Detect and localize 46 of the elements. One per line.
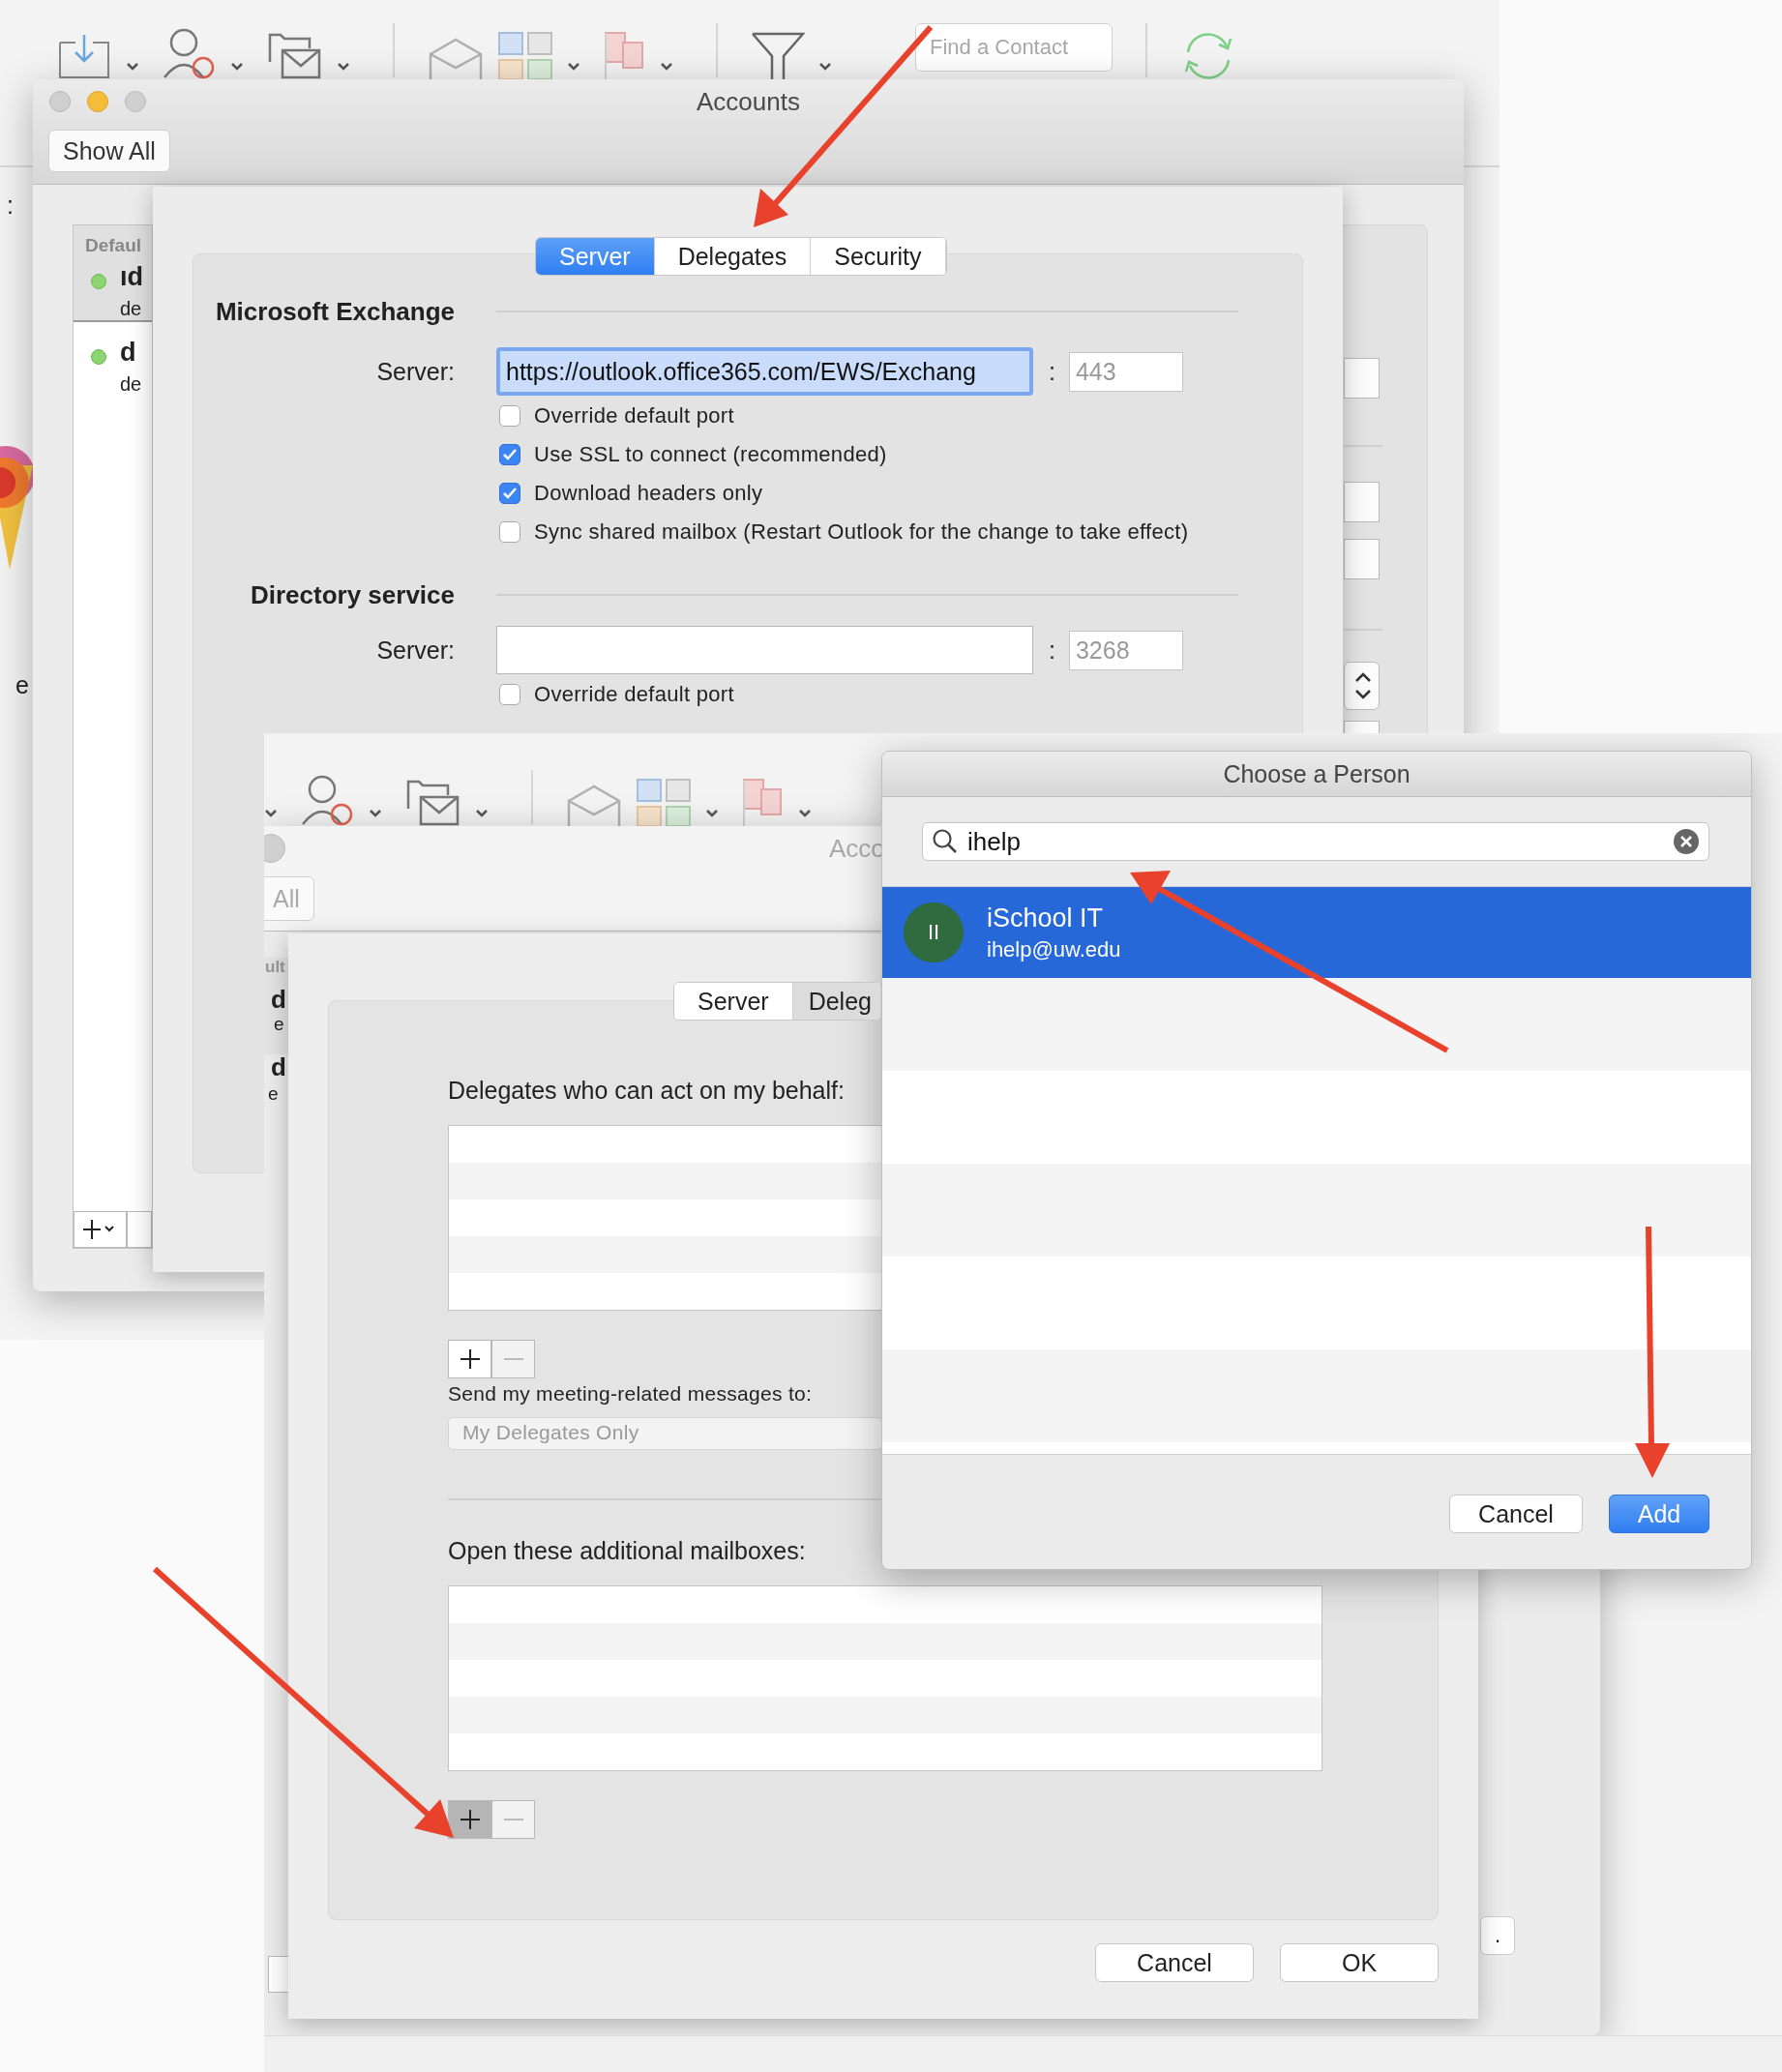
partial-text: e xyxy=(274,1014,284,1035)
account-item[interactable]: d de xyxy=(74,334,152,398)
account-detail: de xyxy=(120,373,142,396)
field-label: Server: xyxy=(375,636,455,665)
separator-text: : xyxy=(1049,636,1055,665)
checkbox-label: Use SSL to connect (recommended) xyxy=(534,442,887,467)
partial-text: ult xyxy=(265,958,285,977)
checkbox-label: Download headers only xyxy=(534,481,763,506)
dialog-title: Choose a Person xyxy=(1223,759,1411,788)
account-name: ıd xyxy=(120,262,143,292)
port-field[interactable]: 3268 xyxy=(1068,630,1183,670)
field-label: Server: xyxy=(375,357,455,386)
dialog-button[interactable]: Cancel xyxy=(1095,1943,1254,1982)
person-email: ihelp@uw.edu xyxy=(987,936,1121,962)
dialog-button[interactable]: OK xyxy=(1280,1943,1439,1982)
partial-text: d xyxy=(271,985,286,1015)
account-detail: de xyxy=(120,298,143,320)
checkbox-label: Override default port xyxy=(534,403,734,429)
avatar: II xyxy=(904,903,964,962)
person-result[interactable]: II iSchool IT ihelp@uw.edu xyxy=(882,887,1751,978)
show-all-button[interactable]: Show All xyxy=(48,130,170,172)
field-label: Send my meeting-related messages to: xyxy=(448,1382,813,1406)
list-label: Open these additional mailboxes: xyxy=(448,1537,806,1566)
partial-text: d xyxy=(271,1052,286,1082)
tab[interactable]: Deleg xyxy=(792,983,880,1020)
list-label: Delegates who can act on my behalf: xyxy=(448,1077,845,1106)
tab[interactable]: Server xyxy=(674,983,793,1020)
checkbox-label: Sync shared mailbox (Restart Outlook for the change to take effect) xyxy=(534,519,1189,545)
separator-text: : xyxy=(1049,357,1055,386)
section-heading: Directory service xyxy=(249,579,455,610)
account-item[interactable]: ıd de xyxy=(74,258,152,322)
dialog-button[interactable]: Cancel xyxy=(1449,1495,1583,1533)
person-name: iSchool IT xyxy=(987,903,1105,933)
window-title: Accounts xyxy=(697,87,800,117)
list-header: Defaul xyxy=(74,225,152,258)
account-name: d xyxy=(120,338,137,368)
server-field[interactable]: https://outlook.office365.com/EWS/Exchang xyxy=(496,347,1033,396)
partial-text: e xyxy=(268,1083,279,1105)
section-heading: Microsoft Exchange xyxy=(214,296,455,327)
partial-button[interactable]: . xyxy=(1480,1916,1515,1955)
partial-text: e xyxy=(15,671,29,699)
search-field[interactable]: ihelp xyxy=(922,822,1709,861)
partial-text: : xyxy=(7,192,14,220)
contact-search-field[interactable]: Find a Contact xyxy=(915,23,1113,72)
port-field[interactable]: 443 xyxy=(1068,351,1183,392)
checkbox-label: Override default port xyxy=(534,682,734,707)
